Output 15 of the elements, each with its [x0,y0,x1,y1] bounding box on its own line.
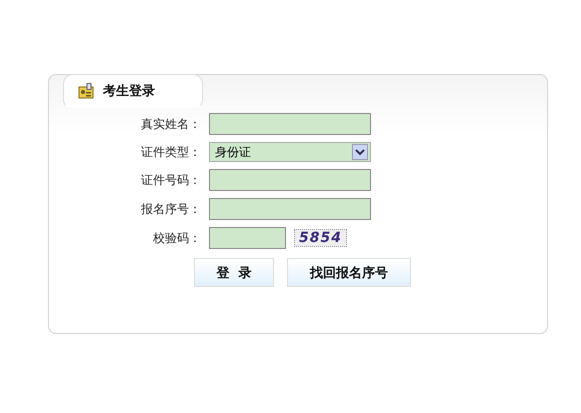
field-label: 真实姓名： [140,116,201,132]
login-button[interactable]: 登 录 [194,258,274,287]
field-label: 报名序号： [140,200,201,218]
input-field[interactable] [209,169,371,191]
field-label: 证件号码： [140,172,201,188]
panel-title: 考生登录 [103,83,155,100]
id-card-icon [78,83,94,99]
captcha-image[interactable]: 5854 [294,229,347,247]
input-field[interactable] [209,198,371,220]
field-label: 证件类型： [140,144,201,160]
recover-button[interactable]: 找回报名序号 [287,258,411,287]
input-field[interactable] [209,227,286,249]
input-field[interactable] [209,113,371,135]
field-label: 校验码： [152,230,201,246]
dropdown[interactable]: 身份证 [209,142,371,162]
